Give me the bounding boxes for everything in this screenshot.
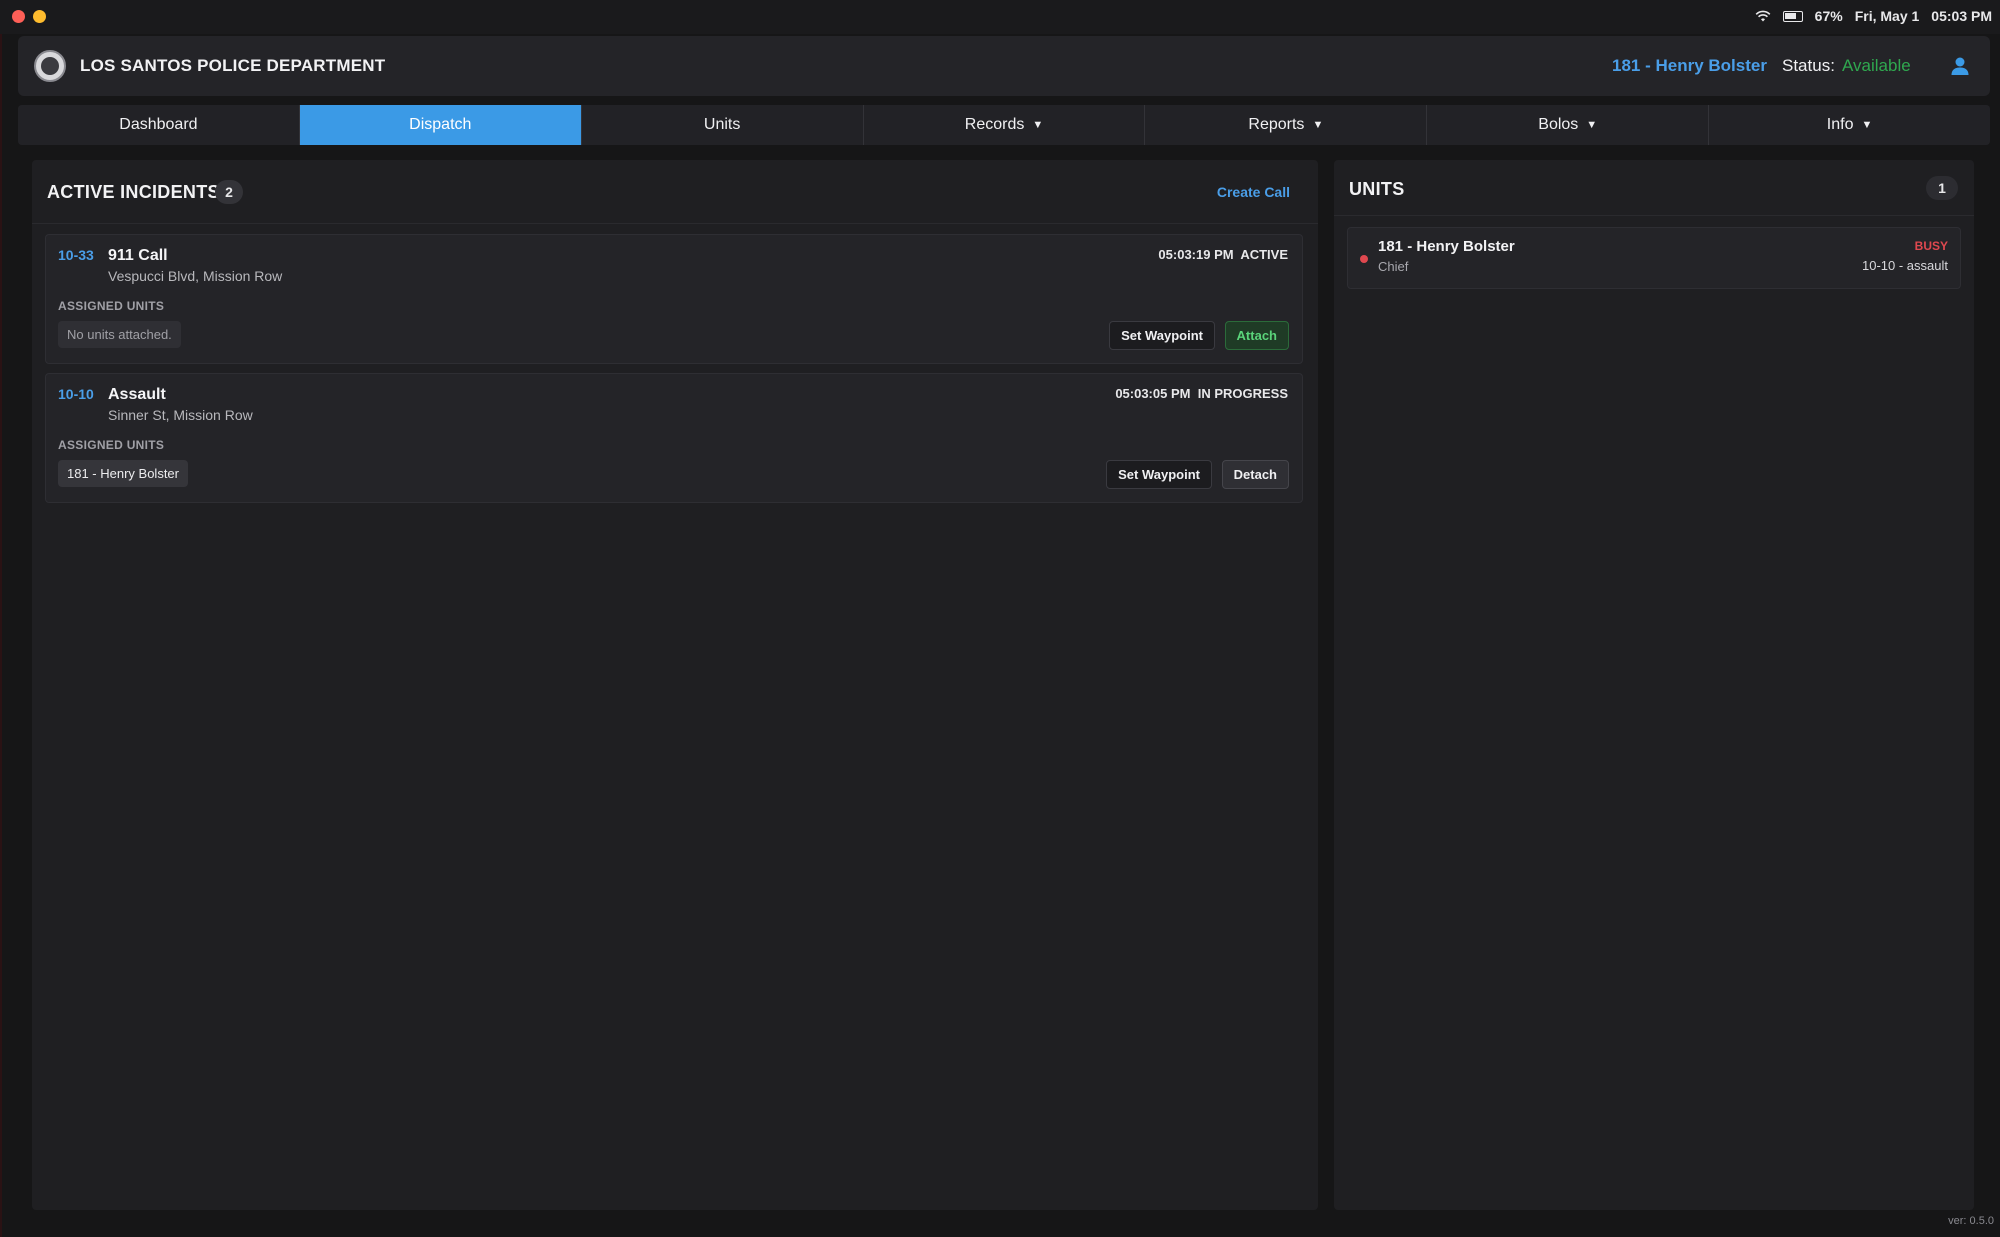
unit-card[interactable]: 181 - Henry Bolster Chief BUSY 10-10 - a… [1347, 227, 1961, 289]
status-value[interactable]: Available [1842, 56, 1911, 76]
detach-button[interactable]: Detach [1221, 460, 1289, 489]
assigned-units-label: ASSIGNED UNITS [58, 299, 165, 313]
window-controls [12, 10, 46, 23]
no-units-chip: No units attached. [58, 321, 181, 348]
tab-bolos[interactable]: Bolos ▼ [1427, 105, 1710, 145]
incident-status: ACTIVE [1240, 247, 1288, 262]
system-time: 05:03 PM [1931, 8, 1992, 24]
units-panel-header: UNITS 1 [1334, 160, 1974, 216]
system-status: 67% Fri, May 1 05:03 PM [1755, 8, 1992, 24]
system-menubar: 67% Fri, May 1 05:03 PM [0, 0, 2000, 34]
minimize-window-button[interactable] [33, 10, 46, 23]
incident-card[interactable]: 10-10 Assault Sinner St, Mission Row 05:… [45, 373, 1303, 503]
current-user[interactable]: 181 - Henry Bolster [1612, 56, 1767, 76]
department-title: LOS SANTOS POLICE DEPARTMENT [80, 56, 386, 75]
tab-units[interactable]: Units [581, 105, 864, 145]
tab-dispatch[interactable]: Dispatch [299, 105, 582, 145]
tab-records[interactable]: Records ▼ [863, 105, 1146, 145]
incident-time: 05:03:19 PM [1158, 247, 1234, 262]
assigned-units-label: ASSIGNED UNITS [58, 438, 165, 452]
incident-title: 911 Call [108, 247, 168, 264]
incident-code: 10-33 [58, 247, 94, 263]
incidents-panel-header: ACTIVE INCIDENTS 2 Create Call [32, 160, 1318, 224]
window-edge [0, 34, 2, 1237]
caret-down-icon: ▼ [1312, 119, 1324, 131]
caret-down-icon: ▼ [1586, 119, 1598, 131]
user-profile-icon[interactable] [1948, 54, 1972, 78]
unit-rank: Chief [1378, 259, 1409, 274]
incident-time-status: 05:03:19 PM ACTIVE [1158, 247, 1288, 262]
department-seal-icon [34, 50, 66, 82]
tab-dashboard[interactable]: Dashboard [18, 105, 300, 145]
unit-current-call: 10-10 - assault [1862, 258, 1948, 273]
incident-location: Vespucci Blvd, Mission Row [108, 268, 283, 284]
set-waypoint-button[interactable]: Set Waypoint [1109, 321, 1215, 350]
close-window-button[interactable] [12, 10, 25, 23]
battery-percent: 67% [1814, 8, 1843, 24]
incident-code: 10-10 [58, 386, 94, 402]
wifi-icon [1755, 10, 1771, 22]
incident-time-status: 05:03:05 PM IN PROGRESS [1115, 386, 1288, 401]
caret-down-icon: ▼ [1032, 119, 1044, 131]
status-label: Status: [1782, 56, 1835, 75]
incident-time: 05:03:05 PM [1115, 386, 1191, 401]
tab-info[interactable]: Info ▼ [1709, 105, 1990, 145]
incident-status: IN PROGRESS [1197, 386, 1288, 401]
system-date: Fri, May 1 [1854, 8, 1920, 24]
main-tabs: Dashboard Dispatch Units Records ▼ Report… [18, 105, 1990, 145]
tab-reports[interactable]: Reports ▼ [1145, 105, 1428, 145]
attach-button[interactable]: Attach [1224, 321, 1289, 350]
create-call-button[interactable]: Create Call [1217, 184, 1290, 200]
app-version: ver: 0.5.0 [1948, 1215, 1994, 1227]
battery-icon [1782, 10, 1803, 22]
unit-status-dot-icon [1360, 255, 1368, 263]
unit-status-badge: BUSY [1914, 239, 1948, 253]
caret-down-icon: ▼ [1861, 119, 1873, 131]
incident-card[interactable]: 10-33 911 Call Vespucci Blvd, Mission Ro… [45, 234, 1303, 364]
incident-title: Assault [108, 386, 166, 403]
incidents-title: ACTIVE INCIDENTS [47, 182, 220, 202]
active-incidents-panel: ACTIVE INCIDENTS 2 Create Call 10-33 911… [32, 160, 1318, 1210]
units-count-badge: 1 [1926, 176, 1958, 200]
incidents-count-badge: 2 [215, 180, 243, 204]
incident-location: Sinner St, Mission Row [108, 407, 253, 423]
assigned-unit-chip[interactable]: 181 - Henry Bolster [58, 460, 188, 487]
units-title: UNITS [1349, 179, 1405, 199]
unit-name: 181 - Henry Bolster [1378, 238, 1515, 255]
app-header: LOS SANTOS POLICE DEPARTMENT 181 - Henry… [18, 36, 1990, 96]
units-panel: UNITS 1 181 - Henry Bolster Chief BUSY 1… [1334, 160, 1974, 1210]
set-waypoint-button[interactable]: Set Waypoint [1106, 460, 1212, 489]
